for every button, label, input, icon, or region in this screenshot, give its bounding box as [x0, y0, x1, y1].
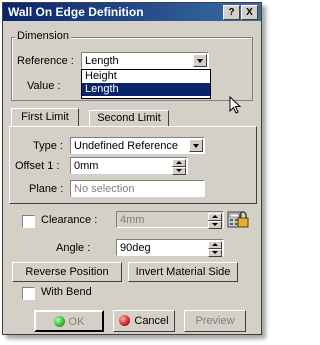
angle-value: 90deg	[120, 242, 151, 254]
offset-input[interactable]: 0mm	[70, 157, 188, 175]
ok-icon	[53, 316, 65, 327]
invert-material-side-button[interactable]: Invert Material Side	[128, 262, 238, 282]
ok-button[interactable]: OK	[34, 310, 104, 332]
angle-input[interactable]: 90deg	[116, 239, 224, 257]
clearance-label: Clearance :	[41, 214, 98, 226]
clearance-value: 4mm	[120, 214, 145, 226]
spin-up-icon[interactable]	[208, 213, 222, 221]
cancel-button[interactable]: Cancel	[113, 310, 175, 332]
formula-lock-icon[interactable]	[227, 209, 249, 229]
offset-value: 0mm	[74, 160, 99, 172]
spin-down-icon[interactable]	[172, 167, 186, 175]
help-button[interactable]: ?	[223, 5, 240, 20]
tab-first-limit-label: First Limit	[21, 111, 69, 123]
tab-second-limit-label: Second Limit	[97, 112, 161, 124]
offset-spinner[interactable]	[172, 159, 186, 175]
clearance-checkbox[interactable]	[22, 215, 35, 228]
with-bend-label: With Bend	[41, 286, 92, 298]
close-button[interactable]: X	[241, 5, 258, 20]
angle-spinner[interactable]	[208, 241, 222, 257]
ok-label: OK	[68, 316, 85, 328]
chevron-down-icon[interactable]	[193, 54, 207, 67]
reference-dropdown-list[interactable]: Height Length	[81, 69, 211, 99]
spin-down-icon[interactable]	[208, 249, 222, 257]
preview-button[interactable]: Preview	[184, 310, 246, 332]
reverse-position-button[interactable]: Reverse Position	[12, 262, 122, 282]
reference-combo[interactable]: Length	[81, 52, 209, 69]
spin-down-icon[interactable]	[208, 221, 222, 229]
dimension-legend: Dimension	[15, 30, 71, 42]
offset-label: Offset 1 :	[15, 160, 60, 172]
spin-up-icon[interactable]	[208, 241, 222, 249]
tab-second-limit[interactable]: Second Limit	[89, 110, 169, 127]
plane-value: No selection	[74, 183, 135, 195]
clearance-spinner[interactable]	[208, 213, 222, 229]
option-length[interactable]: Length	[82, 83, 210, 96]
wall-on-edge-dialog: Wall On Edge Definition ? X Dimension Re…	[2, 2, 262, 335]
clearance-input[interactable]: 4mm	[116, 211, 224, 229]
title-bar: Wall On Edge Definition ? X	[3, 3, 261, 21]
reference-value: Length	[85, 55, 119, 67]
cancel-icon	[119, 315, 131, 326]
value-label: Value :	[27, 80, 61, 92]
type-combo[interactable]: Undefined Reference	[70, 137, 205, 154]
window-title: Wall On Edge Definition	[8, 5, 144, 19]
tab-first-limit[interactable]: First Limit	[11, 108, 79, 127]
type-label: Type :	[33, 140, 63, 152]
reference-label: Reference :	[17, 55, 74, 67]
chevron-down-icon[interactable]	[189, 139, 203, 152]
spin-up-icon[interactable]	[172, 159, 186, 167]
angle-label: Angle :	[56, 242, 91, 254]
type-value: Undefined Reference	[74, 140, 178, 152]
plane-selection-field[interactable]: No selection	[70, 180, 205, 197]
option-height[interactable]: Height	[82, 70, 210, 83]
with-bend-checkbox[interactable]	[22, 287, 35, 300]
plane-label: Plane :	[29, 183, 64, 195]
cancel-label: Cancel	[134, 315, 169, 327]
mouse-cursor-icon	[229, 96, 242, 114]
